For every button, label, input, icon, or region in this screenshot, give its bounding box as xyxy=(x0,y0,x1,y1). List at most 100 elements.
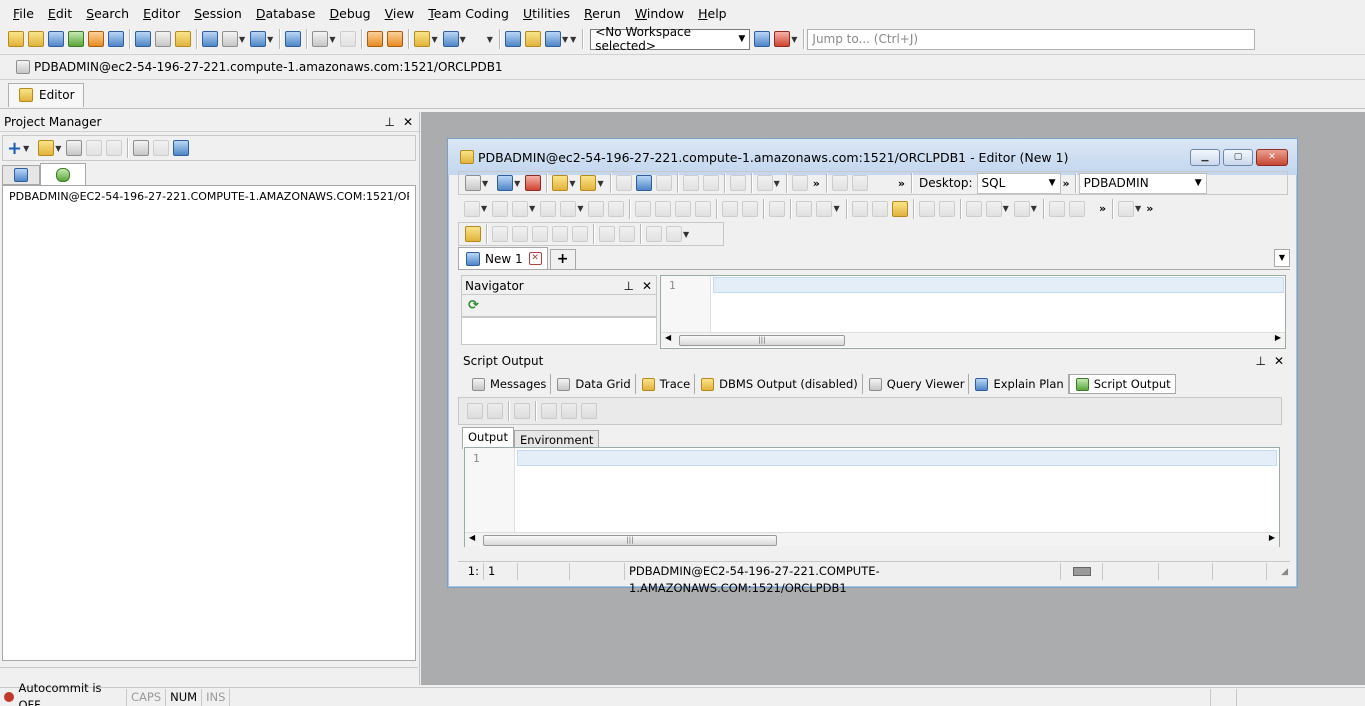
compare-icon[interactable] xyxy=(285,31,302,47)
connection-icon[interactable] xyxy=(442,31,459,47)
menu-utilities[interactable]: Utilities xyxy=(516,0,577,27)
list-icon[interactable] xyxy=(599,226,615,242)
overflow-icon[interactable]: » xyxy=(1146,202,1153,215)
chevron-down-icon[interactable]: ▼ xyxy=(1031,204,1037,213)
chevron-down-icon[interactable]: ▼ xyxy=(774,179,780,188)
refresh-icon[interactable] xyxy=(153,140,170,156)
chevron-down-icon[interactable]: ▼ xyxy=(514,179,520,188)
network-icon[interactable] xyxy=(504,31,521,47)
open-file-icon[interactable] xyxy=(28,31,44,47)
history-icon[interactable] xyxy=(791,175,808,191)
workspace-select[interactable]: <No Workspace selected> ▼ xyxy=(590,25,751,53)
new-file-icon[interactable] xyxy=(66,140,83,156)
copy-icon[interactable] xyxy=(702,175,719,191)
execute-icon[interactable] xyxy=(464,200,480,217)
chevron-down-icon[interactable]: ▼ xyxy=(460,35,466,44)
tab-trace[interactable]: Trace xyxy=(636,374,696,394)
output-hscrollbar[interactable]: ◀ ||| ▶ xyxy=(465,532,1279,547)
schema-select[interactable]: PDBADMIN ▼ xyxy=(1078,172,1207,194)
uncomment-icon[interactable] xyxy=(871,200,888,217)
bell-icon[interactable] xyxy=(524,31,541,47)
chevron-down-icon[interactable]: ▼ xyxy=(562,35,568,44)
variable-icon[interactable] xyxy=(608,200,625,217)
overflow-icon[interactable]: » xyxy=(813,177,820,190)
new-editor-icon[interactable] xyxy=(8,31,24,47)
case-icon[interactable] xyxy=(1013,200,1030,217)
overflow-icon[interactable]: » xyxy=(1099,202,1106,215)
save-as-icon[interactable] xyxy=(635,175,652,191)
scroll-thumb[interactable]: ||| xyxy=(679,335,845,346)
redo-icon[interactable] xyxy=(1068,200,1085,217)
connection-tab[interactable]: PDBADMIN@ec2-54-196-27-221.compute-1.ama… xyxy=(8,56,509,78)
pin-icon[interactable]: ⊥ xyxy=(1255,351,1265,371)
doc-merge-icon[interactable] xyxy=(552,226,568,242)
forward-icon[interactable] xyxy=(340,31,357,47)
note-icon[interactable] xyxy=(666,226,682,242)
menu-session[interactable]: Session xyxy=(187,0,249,27)
find-objects-icon[interactable] xyxy=(202,31,218,47)
script-icon[interactable] xyxy=(540,200,557,217)
doc-copy-icon[interactable] xyxy=(512,226,528,242)
chevron-down-icon[interactable]: ▼ xyxy=(487,35,493,44)
wrap-icon[interactable] xyxy=(514,403,530,419)
close-icon[interactable]: ✕ xyxy=(403,112,413,131)
cut-icon[interactable] xyxy=(682,175,699,191)
sql-opt-icon[interactable] xyxy=(588,200,605,217)
disconnect-icon[interactable] xyxy=(525,175,542,191)
chevron-down-icon[interactable]: ▼ xyxy=(570,35,576,44)
chevron-down-icon[interactable]: ▼ xyxy=(267,35,273,44)
tab-connections[interactable] xyxy=(40,163,86,185)
step-icon[interactable] xyxy=(560,200,577,217)
trans-icon[interactable] xyxy=(816,200,833,217)
window-icon[interactable] xyxy=(135,31,151,47)
binoculars-icon[interactable] xyxy=(965,200,982,217)
tab-list-button[interactable]: ▼ xyxy=(1274,249,1290,267)
tab-data-grid[interactable]: Data Grid xyxy=(551,374,636,394)
workspace-close-icon[interactable] xyxy=(774,31,791,47)
connect-icon[interactable] xyxy=(465,175,481,191)
menu-search[interactable]: Search xyxy=(79,0,136,27)
doc-split-icon[interactable] xyxy=(572,226,588,242)
replace-icon[interactable] xyxy=(985,200,1002,217)
edit-icon[interactable] xyxy=(86,140,103,156)
menu-database[interactable]: Database xyxy=(249,0,323,27)
menu-editor[interactable]: Editor xyxy=(136,0,187,27)
folder-icon[interactable] xyxy=(38,140,55,156)
plsql-icon[interactable] xyxy=(312,31,329,47)
close-button[interactable]: ✕ xyxy=(1256,149,1288,166)
clear-icon[interactable] xyxy=(561,403,577,419)
session-browser-icon[interactable] xyxy=(68,31,84,47)
editor-window-titlebar[interactable]: PDBADMIN@ec2-54-196-27-221.compute-1.ama… xyxy=(448,139,1297,175)
wizard-icon[interactable] xyxy=(414,31,431,47)
chevron-down-icon[interactable]: ▼ xyxy=(597,179,603,188)
run-cursor-icon[interactable] xyxy=(695,200,712,217)
panel-icon[interactable] xyxy=(222,31,238,47)
import-icon[interactable] xyxy=(387,31,404,47)
menu-help[interactable]: Help xyxy=(691,0,734,27)
help-icon[interactable] xyxy=(544,31,561,47)
close-icon[interactable]: ✕ xyxy=(1274,351,1284,371)
step-out-icon[interactable] xyxy=(675,200,692,217)
output-area[interactable]: 1 ◀ ||| ▶ xyxy=(464,447,1280,547)
scroll-right-icon[interactable]: ▶ xyxy=(1269,533,1275,542)
chevron-down-icon[interactable]: ▼ xyxy=(239,35,245,44)
clipboard-icon[interactable] xyxy=(891,200,908,217)
layout-icon[interactable] xyxy=(155,31,171,47)
comment-icon[interactable] xyxy=(851,200,868,217)
step-into-icon[interactable] xyxy=(655,200,672,217)
zoom-icon[interactable] xyxy=(851,175,868,191)
rollback-icon[interactable] xyxy=(796,200,813,217)
menu-debug[interactable]: Debug xyxy=(322,0,377,27)
tree-icon[interactable] xyxy=(133,140,150,156)
undo-icon[interactable] xyxy=(1048,200,1065,217)
doc-move-icon[interactable] xyxy=(532,226,548,242)
format-icon[interactable] xyxy=(756,175,773,191)
menu-edit[interactable]: Edit xyxy=(41,0,79,27)
tab-objects[interactable] xyxy=(2,165,40,185)
editor-hscrollbar[interactable]: ◀ ||| ▶ xyxy=(661,332,1285,347)
find-icon[interactable] xyxy=(831,175,848,191)
chevron-down-icon[interactable]: ▼ xyxy=(683,230,689,239)
menu-rerun[interactable]: Rerun xyxy=(577,0,628,27)
workspace-save-icon[interactable] xyxy=(754,31,771,47)
stop-icon[interactable] xyxy=(492,200,509,217)
